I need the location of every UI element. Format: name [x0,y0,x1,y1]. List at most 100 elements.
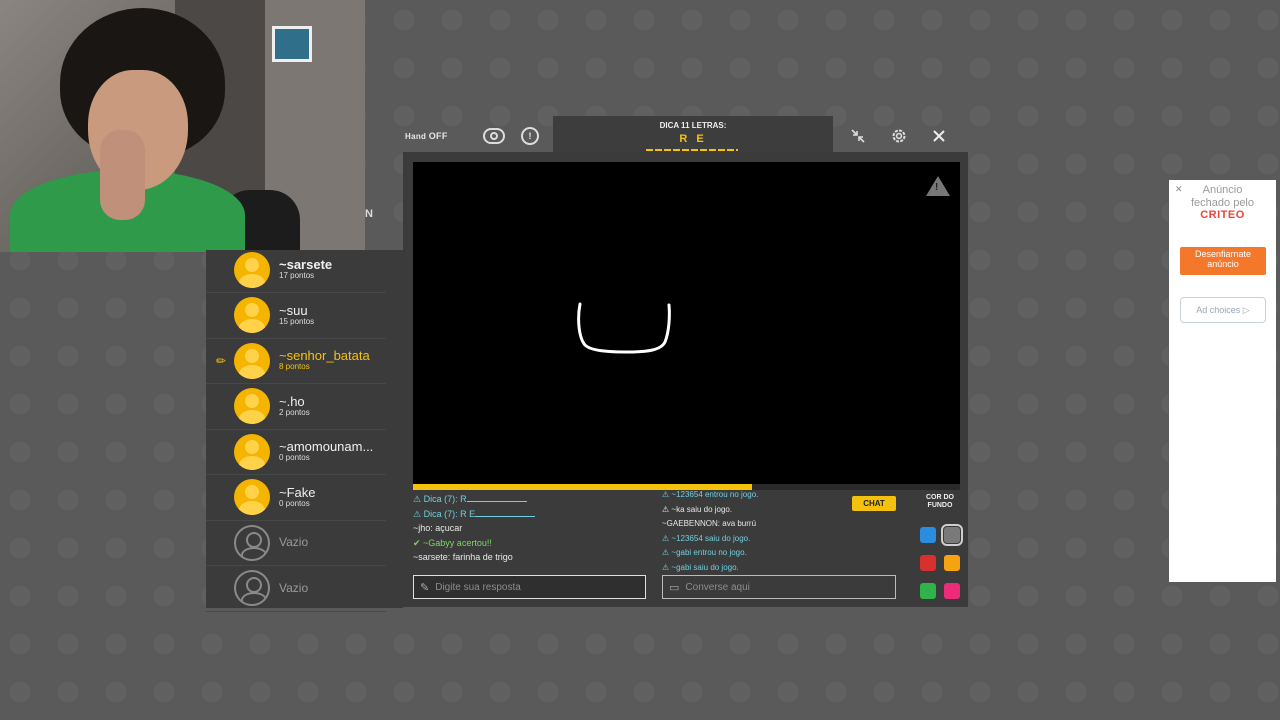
player-row[interactable]: ~amomounam... 0 pontos [206,429,386,475]
hint-blank [475,509,536,517]
answer-message: ⚠ Dica (7): R [413,492,649,507]
background-color-title: COR DO FUNDO [926,494,954,509]
player-avatar [234,297,270,333]
webcam-overlay [0,0,365,252]
player-list: ~sarsete 17 pontos ~suu 15 pontos ✏ ~senhor_b… [206,247,403,612]
player-info: ~sarsete 17 pontos [279,258,332,280]
player-avatar [234,342,270,379]
drawing-canvas[interactable]: ! [413,162,960,484]
webcam-person-hand [100,130,145,220]
drawing-stroke [577,302,671,354]
answer-message-text: ~sarsete: farinha de trigo [413,552,513,562]
player-name: Vazio [279,535,309,550]
player-name: Vazio [279,580,309,595]
color-swatch[interactable] [944,555,960,571]
hint-letters: R E [679,133,707,145]
empty-slot-avatar [234,524,270,561]
ad-panel: ✕ Anúncio fechado pelo CRITEO Desenfiarn… [1169,180,1276,582]
side-letter: N [365,208,373,220]
chat-message: ⚠ ~gabi entrou no jogo. [662,548,747,557]
player-avatar [234,433,270,470]
color-swatch[interactable] [920,527,936,543]
hand-label: Hand OFF [405,131,448,141]
player-info: ~amomounam... 0 pontos [279,440,373,462]
player-avatar [234,479,270,515]
hint-title: DICA 11 LETRAS: [659,121,727,130]
player-name: ~suu [279,302,308,318]
answer-message: ~sarsete: farinha de trigo [413,550,649,565]
color-swatch[interactable] [944,583,960,599]
color-swatch[interactable] [920,555,936,571]
empty-slot-avatar [234,570,270,606]
player-row[interactable]: ~suu 15 pontos [206,293,386,339]
chat-message: ~GAEBENNON: ava burrú [662,519,757,528]
answer-field[interactable]: ✎ [413,575,646,599]
player-info: ~senhor_batata 8 pontos [279,349,370,371]
player-row[interactable]: Vazio [206,520,386,566]
info-button[interactable]: ! [521,126,539,146]
player-info: ~suu 15 pontos [279,304,314,326]
color-swatch[interactable] [920,583,936,599]
record-icon [483,128,505,144]
answer-message: ⚠ Dica (7): R E [413,507,649,522]
report-warning-icon[interactable]: ! [926,176,950,196]
player-name: ~.ho [279,393,305,409]
player-row[interactable]: Vazio [206,566,386,612]
chat-input[interactable] [685,581,876,593]
close-button[interactable] [932,126,946,146]
drawing-pencil-icon: ✏ [216,353,227,368]
answers-log: ⚠ Dica (7): R ⚠ Dica (7): R E ~jho: açucar… [413,492,649,572]
player-name: ~senhor_batata [279,348,370,364]
player-points: 17 pontos [279,271,315,281]
player-row[interactable]: ✏ ~senhor_batata 8 pontos [206,338,386,384]
settings-button[interactable] [890,126,908,146]
webcam-poster [272,26,312,62]
player-info: ~.ho 2 pontos [279,395,310,417]
ad-line-1: Anúncio [1202,184,1243,196]
answer-input[interactable] [435,581,626,593]
game-topbar: Hand OFF ! DICA 11 LETRAS: R E [395,116,968,154]
minimize-button[interactable] [850,126,866,146]
answer-message-text: ⚠ Dica (7): R E [413,508,476,519]
ad-choices-button[interactable]: Ad choices ▷ [1180,297,1266,323]
answer-message-text: ⚠ Dica (7): R [413,494,467,504]
player-avatar [234,251,270,288]
player-name: ~amomounam... [279,439,374,455]
answer-message: ~jho: açucar [413,521,649,536]
answer-message-text: ~jho: açucar [413,523,463,533]
player-row[interactable]: ~Fake 0 pontos [206,475,386,521]
answer-message: ✔ ~Gabyy acertou!! [413,536,649,551]
ad-brand-logo: CRITEO [1200,209,1245,222]
player-info: Vazio [279,582,308,595]
hint-panel: DICA 11 LETRAS: R E [553,116,833,154]
chat-message: ⚠ ~123654 saiu do jogo. [662,533,751,543]
ad-undo-button[interactable]: Desenfiarnate anúncio [1180,247,1266,275]
chat-button[interactable]: CHAT [852,496,896,511]
player-info: Vazio [279,536,308,549]
player-info: ~Fake 0 pontos [279,486,316,508]
pencil-icon: ✎ [420,581,430,594]
info-icon: ! [521,127,539,145]
ad-line-2: fechado pelo [1191,196,1254,209]
hint-blanks [646,149,738,151]
hand-toggle[interactable]: Hand OFF [405,126,448,146]
player-points: 0 pontos [279,453,310,463]
player-name: ~Fake [279,484,316,500]
chat-message: ⚠ ~gabi saiu do jogo. [662,562,739,572]
record-button[interactable] [483,126,505,146]
collapse-icon [851,129,865,143]
ad-closed-text: Anúncio fechado pelo CRITEO [1169,184,1276,222]
chat-field[interactable]: ▭ [662,575,896,599]
chat-bubble-icon: ▭ [669,581,680,594]
player-points: 8 pontos [279,362,310,372]
player-row[interactable]: ~sarsete 17 pontos [206,247,386,293]
player-points: 0 pontos [279,498,310,508]
player-avatar [234,388,270,424]
color-swatch[interactable] [941,524,963,546]
player-row[interactable]: ~.ho 2 pontos [206,384,386,430]
gear-icon [892,129,906,143]
player-name: ~sarsete [279,257,333,273]
player-points: 15 pontos [279,316,315,326]
answer-message-text: ✔ ~Gabyy acertou!! [413,537,492,548]
player-points: 2 pontos [279,407,310,417]
